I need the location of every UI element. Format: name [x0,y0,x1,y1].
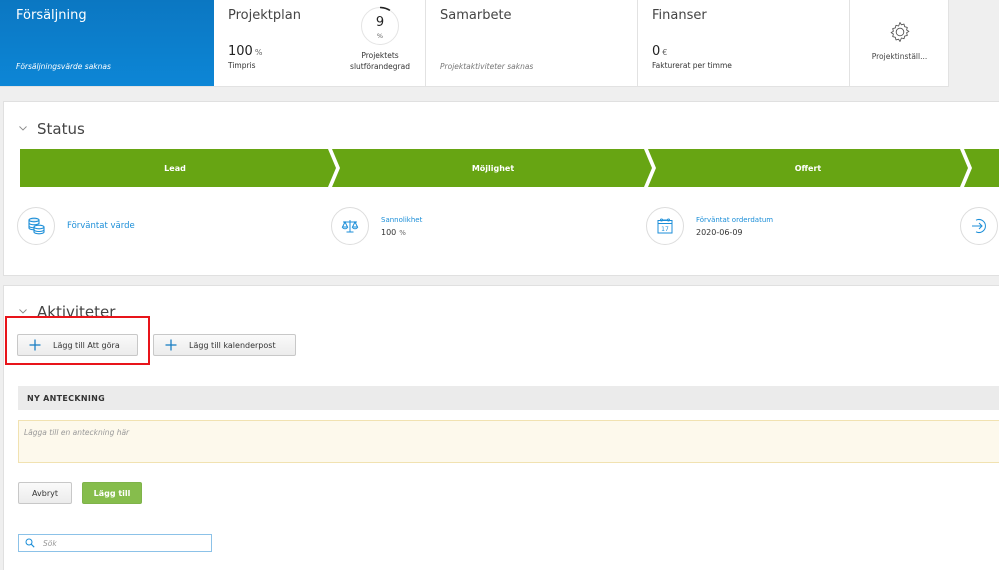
billed-number: 0 [652,44,661,59]
completion-value: 9 [375,15,385,30]
completion-caption-line1: Projektets [361,51,399,60]
order-date-item[interactable]: 17 Förväntat orderdatum 2020-06-09 [646,206,773,246]
billed-per-hour-label: Fakturerat per timme [652,61,732,70]
stage-next[interactable] [970,149,999,187]
probability-number: 100 [381,227,397,237]
status-card: Status Lead Möjlighet Offert Förväntat v… [3,101,999,276]
tile-project-settings[interactable]: Projektinställ... [850,0,949,87]
activities-search[interactable] [18,534,212,552]
hourly-rate-value: 100% [228,44,262,59]
tile-finance-title: Finanser [652,8,707,23]
cancel-button[interactable]: Avbryt [18,482,72,504]
stage-quote[interactable]: Offert [652,149,964,187]
probability-value: 100% [381,228,422,237]
tile-finance[interactable]: Finanser 0 € Fakturerat per timme [638,0,850,87]
stage-opportunity-label: Möjlighet [471,163,515,173]
tile-collab-subtitle: Projektaktiviteter saknas [440,62,534,71]
tile-collaboration[interactable]: Samarbete Projektaktiviteter saknas [426,0,638,87]
completion-caption: Projektets slutförandegrad [332,50,428,72]
tile-project-plan[interactable]: Projektplan 100% Timpris 9 % Projektets … [214,0,426,87]
next-step-button[interactable] [960,207,998,245]
tile-sales-subtitle: Försäljningsvärde saknas [16,62,111,71]
expected-value-item[interactable]: Förväntat värde [17,206,135,246]
activities-title: Aktiviteter [37,303,116,321]
hourly-rate-unit: % [254,48,263,57]
probability-label: Sannolikhet [381,215,423,224]
probability-item[interactable]: Sannolikhet 100% [331,206,422,246]
order-date-value: 2020-06-09 [696,227,743,237]
tile-plan-title: Projektplan [228,8,301,23]
probability-icon-circle [331,207,369,245]
gear-icon [890,22,910,42]
chevron-down-icon[interactable] [18,306,28,316]
expected-value-link[interactable]: Förväntat värde [67,221,135,231]
probability-text: Sannolikhet 100% [381,216,422,237]
add-note-button[interactable]: Lägg till [82,482,142,504]
completion-unit: % [376,32,384,40]
scales-icon [341,220,359,233]
sales-pipeline: Lead Möjlighet Offert [20,149,999,187]
activities-header[interactable]: Aktiviteter [18,303,115,321]
tile-collab-title: Samarbete [440,8,512,23]
search-input[interactable] [43,538,203,548]
overview-tiles: Försäljning Försäljningsvärde saknas Pro… [0,0,949,87]
new-note-input[interactable] [18,420,999,463]
coins-icon [28,217,45,235]
search-icon [25,538,35,548]
new-note-header: NY ANTECKNING [18,386,999,410]
add-calendar-entry-button[interactable]: Lägg till kalenderpost [153,334,296,356]
stage-opportunity[interactable]: Möjlighet [338,149,648,187]
billed-per-hour-value: 0 € [652,44,667,59]
activities-card: Aktiviteter Lägg till Att göra Lägg till… [3,285,999,570]
order-date-icon-circle: 17 [646,207,684,245]
stage-lead[interactable]: Lead [20,149,330,187]
add-calendar-entry-label: Lägg till kalenderpost [189,340,276,350]
tile-sales-title: Försäljning [16,8,87,23]
stage-lead-label: Lead [164,163,186,173]
order-date-label: Förväntat orderdatum [696,215,774,224]
add-todo-button[interactable]: Lägg till Att göra [17,334,138,356]
plus-icon [29,339,41,351]
status-header[interactable]: Status [18,120,85,138]
expected-value-icon-circle [17,207,55,245]
billed-currency: € [662,48,668,57]
completion-caption-line2: slutförandegrad [350,62,410,71]
completion-progress-ring: 9 % [360,6,400,46]
tile-sales[interactable]: Försäljning Försäljningsvärde saknas [0,0,214,87]
hourly-rate-number: 100 [228,44,253,59]
plus-icon [165,339,177,351]
calendar-day: 17 [661,226,669,233]
arrow-right-circle-icon [972,219,986,233]
probability-unit: % [399,228,406,237]
calendar-icon: 17 [657,218,673,234]
stage-quote-label: Offert [794,163,822,173]
next-step-item[interactable] [960,206,998,246]
order-date-text: Förväntat orderdatum 2020-06-09 [696,216,773,237]
hourly-rate-label: Timpris [228,61,256,70]
project-settings-label: Projektinställ... [871,52,928,61]
add-todo-label: Lägg till Att göra [53,340,120,350]
status-title: Status [37,120,85,138]
expected-value-text: Förväntat värde [67,221,135,231]
chevron-down-icon[interactable] [18,123,28,133]
